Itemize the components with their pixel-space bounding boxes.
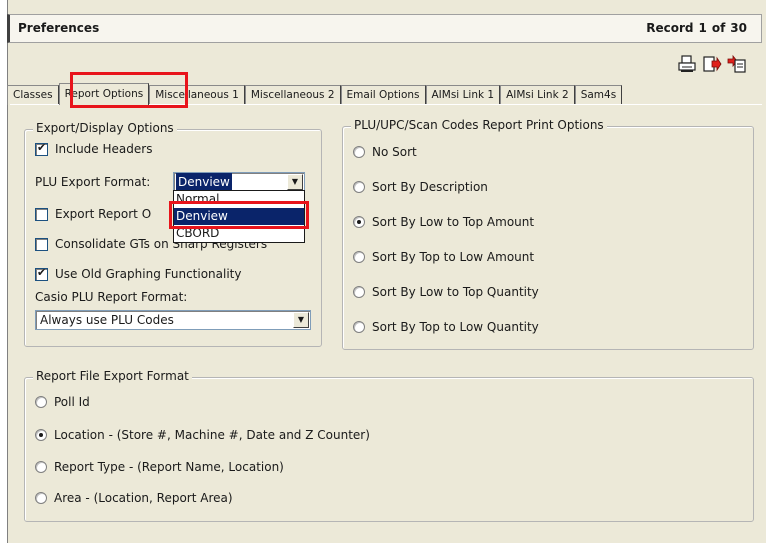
tab-classes[interactable]: Classes (7, 85, 59, 105)
radio-location[interactable] (35, 429, 47, 441)
radio-sort-low-top-amount[interactable] (353, 216, 365, 228)
radio-sort-top-low-amount-row[interactable]: Sort By Top to Low Amount (353, 250, 534, 264)
title-bar: Preferences Record 1 of 30 (7, 14, 762, 43)
old-graphing-row[interactable]: Use Old Graphing Functionality (35, 266, 242, 281)
radio-no-sort-label: No Sort (372, 145, 417, 159)
record-label: Record (646, 21, 694, 35)
radio-report-type-label: Report Type - (Report Name, Location) (54, 460, 284, 474)
old-graphing-label: Use Old Graphing Functionality (55, 267, 242, 281)
radio-area-label: Area - (Location, Report Area) (54, 491, 233, 505)
tab-sam4s[interactable]: Sam4s (574, 85, 623, 105)
tab-report-options[interactable]: Report Options (58, 83, 150, 105)
plu-export-format-value: Denview (176, 173, 232, 191)
report-file-export-group: Report File Export Format Poll Id Locati… (24, 369, 754, 522)
plu-export-format-row: PLU Export Format: (35, 175, 150, 189)
dropdown-option-denview[interactable]: Denview (174, 208, 304, 225)
radio-sort-top-low-quantity-row[interactable]: Sort By Top to Low Quantity (353, 320, 539, 334)
radio-location-label: Location - (Store #, Machine #, Date and… (54, 428, 370, 442)
radio-no-sort-row[interactable]: No Sort (353, 145, 417, 159)
radio-sort-low-top-quantity-row[interactable]: Sort By Low to Top Quantity (353, 285, 539, 299)
radio-sort-top-low-quantity-label: Sort By Top to Low Quantity (372, 320, 539, 334)
tab-aimsi-link-2[interactable]: AIMsi Link 2 (500, 85, 575, 105)
radio-area-row[interactable]: Area - (Location, Report Area) (35, 491, 233, 505)
radio-location-row[interactable]: Location - (Store #, Machine #, Date and… (35, 428, 370, 442)
report-file-export-legend: Report File Export Format (33, 369, 192, 383)
export-options-icon[interactable] (727, 54, 747, 74)
tab-miscellaneous-1[interactable]: Miscellaneous 1 (149, 85, 245, 105)
casio-format-select[interactable]: Always use PLU Codes ▼ (35, 310, 311, 330)
radio-poll-id-row[interactable]: Poll Id (35, 395, 90, 409)
record-indicator: Record 1 of 30 (646, 21, 747, 35)
radio-sort-top-low-quantity[interactable] (353, 321, 365, 333)
radio-sort-low-top-quantity-label: Sort By Low to Top Quantity (372, 285, 539, 299)
radio-report-type-row[interactable]: Report Type - (Report Name, Location) (35, 460, 284, 474)
report-options-page: Export/Display Options Include Headers P… (10, 104, 762, 543)
radio-no-sort[interactable] (353, 146, 365, 158)
record-of: of (711, 21, 726, 35)
radio-sort-low-top-quantity[interactable] (353, 286, 365, 298)
export-icon[interactable] (702, 54, 722, 74)
radio-report-type[interactable] (35, 461, 47, 473)
include-headers-row[interactable]: Include Headers (35, 141, 153, 156)
radio-poll-id-label: Poll Id (54, 395, 90, 409)
window-title: Preferences (18, 21, 100, 35)
dropdown-option-normal[interactable]: Normal (174, 191, 304, 208)
print-icon[interactable] (677, 54, 697, 74)
chevron-down-icon[interactable]: ▼ (287, 174, 303, 190)
old-graphing-checkbox[interactable] (35, 266, 48, 281)
radio-sort-top-low-amount-label: Sort By Top to Low Amount (372, 250, 535, 264)
include-headers-checkbox[interactable] (35, 141, 48, 156)
dropdown-option-cbord[interactable]: CBORD (174, 225, 304, 242)
radio-poll-id[interactable] (35, 396, 47, 408)
casio-format-row: Casio PLU Report Format: (35, 290, 187, 304)
consolidate-checkbox[interactable] (35, 237, 48, 251)
tab-email-options[interactable]: Email Options (340, 85, 426, 105)
record-total: 30 (730, 21, 747, 35)
plu-export-format-dropdown: Normal Denview CBORD (173, 190, 305, 243)
export-report-checkbox[interactable] (35, 207, 48, 221)
radio-sort-description-label: Sort By Description (372, 180, 488, 194)
radio-sort-description[interactable] (353, 181, 365, 193)
radio-sort-description-row[interactable]: Sort By Description (353, 180, 488, 194)
export-report-row[interactable]: Export Report O (35, 207, 151, 221)
record-current: 1 (698, 21, 707, 35)
plu-export-format-select[interactable]: Denview ▼ (173, 172, 305, 192)
tab-aimsi-link-1[interactable]: AIMsi Link 1 (425, 85, 501, 105)
radio-sort-low-top-amount-row[interactable]: Sort By Low to Top Amount (353, 215, 534, 229)
casio-format-label: Casio PLU Report Format: (35, 290, 188, 304)
chevron-down-icon[interactable]: ▼ (293, 312, 309, 328)
include-headers-label: Include Headers (55, 142, 153, 156)
export-report-label: Export Report O (55, 207, 152, 221)
tab-strip: Classes Report Options Miscellaneous 1 M… (7, 83, 623, 105)
plu-print-options-legend: PLU/UPC/Scan Codes Report Print Options (351, 118, 607, 132)
plu-print-options-group: PLU/UPC/Scan Codes Report Print Options … (342, 118, 754, 350)
plu-export-format-label: PLU Export Format: (35, 175, 151, 189)
casio-format-value: Always use PLU Codes (40, 313, 174, 327)
radio-area[interactable] (35, 492, 47, 504)
export-display-legend: Export/Display Options (33, 121, 177, 135)
radio-sort-top-low-amount[interactable] (353, 251, 365, 263)
radio-sort-low-top-amount-label: Sort By Low to Top Amount (372, 215, 535, 229)
tab-miscellaneous-2[interactable]: Miscellaneous 2 (244, 85, 341, 105)
